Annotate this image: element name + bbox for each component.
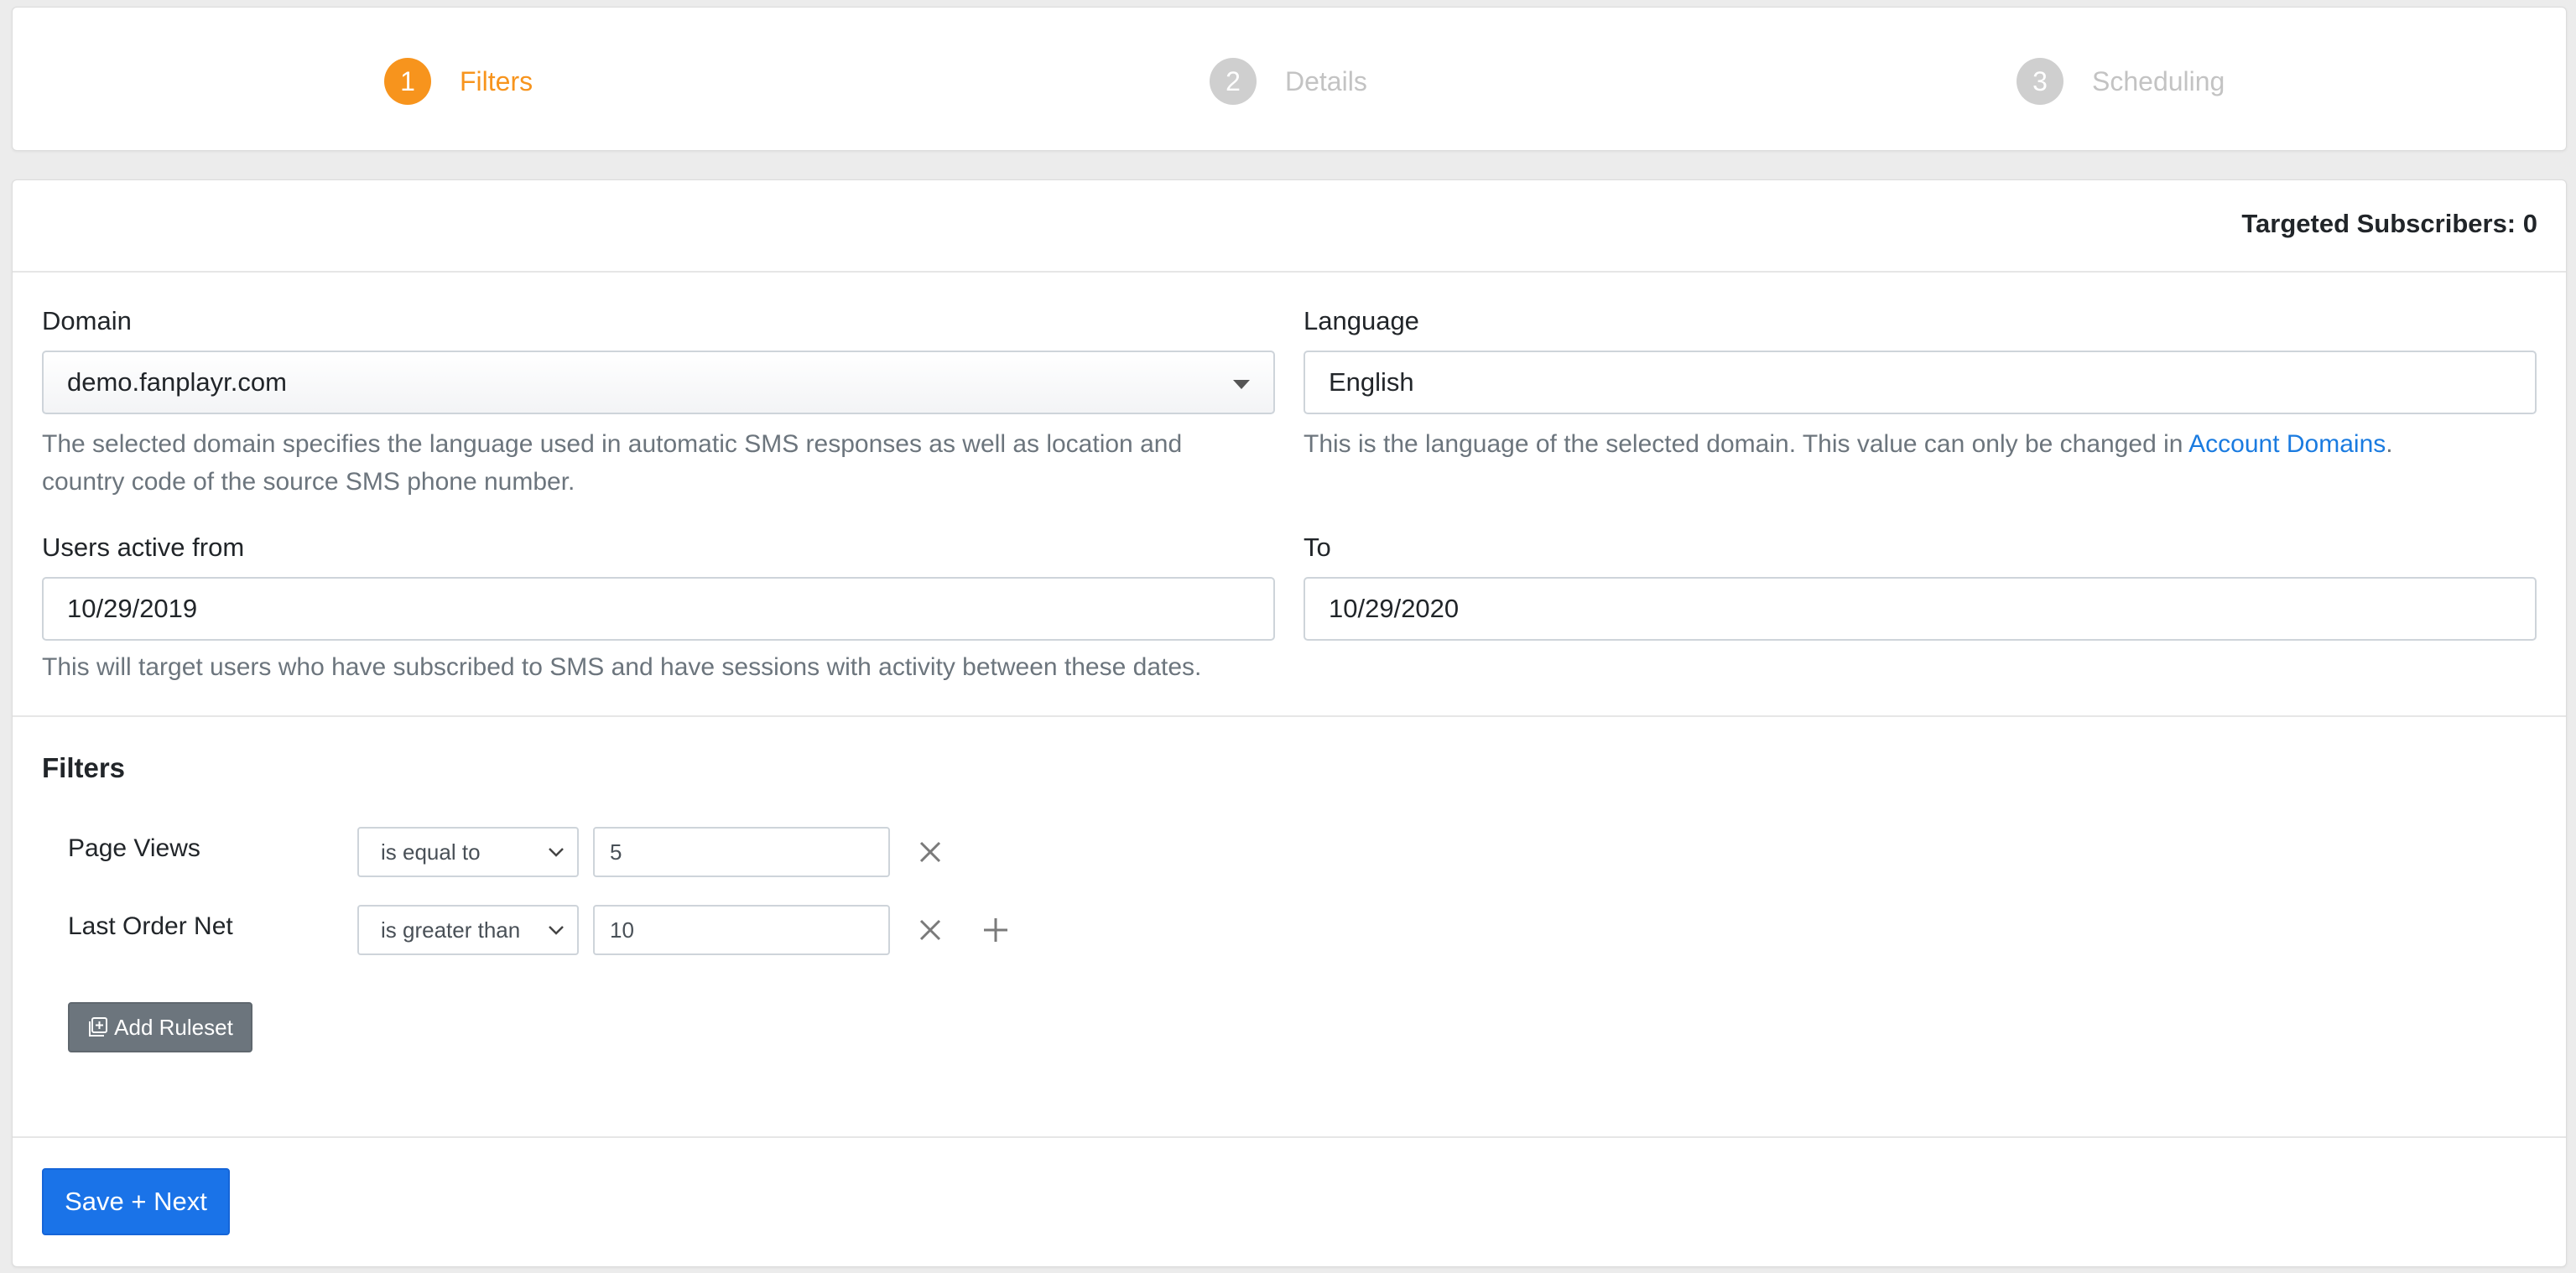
- step-filters[interactable]: 1 Filters: [384, 58, 533, 105]
- language-label: Language: [1304, 306, 1419, 335]
- caret-down-icon: [1233, 380, 1250, 389]
- domain-label: Domain: [42, 306, 132, 335]
- language-help-suffix: .: [2386, 430, 2393, 458]
- remove-rule-icon[interactable]: [916, 916, 945, 944]
- divider: [13, 271, 2566, 273]
- rule-operator-select[interactable]: is equal to: [357, 827, 579, 877]
- rule-operator-value: is equal to: [381, 839, 481, 865]
- add-rule-icon[interactable]: [981, 916, 1010, 944]
- filters-title: Filters: [42, 752, 126, 783]
- targeted-subscribers-count: Targeted Subscribers: 0: [2241, 209, 2537, 238]
- domain-select[interactable]: demo.fanplayr.com: [42, 351, 1275, 414]
- step-number: 2: [1210, 58, 1257, 105]
- rule-field-label: Last Order Net: [68, 912, 233, 940]
- language-field: English: [1304, 351, 2537, 414]
- chevron-down-icon: [549, 926, 564, 935]
- add-ruleset-button[interactable]: Add Ruleset: [68, 1002, 252, 1052]
- active-from-date-input[interactable]: 10/29/2019: [42, 577, 1275, 641]
- language-help: This is the language of the selected dom…: [1304, 425, 2545, 463]
- step-label: Details: [1285, 65, 1367, 96]
- domain-help: The selected domain specifies the langua…: [42, 425, 1283, 501]
- step-label: Filters: [460, 65, 533, 96]
- remove-rule-icon[interactable]: [916, 838, 945, 866]
- active-from-value: 10/29/2019: [67, 594, 198, 623]
- step-scheduling[interactable]: 3 Scheduling: [2017, 58, 2225, 105]
- rule-value: 10: [610, 917, 634, 943]
- rule-value: 5: [610, 839, 622, 865]
- rule-value-input[interactable]: 10: [593, 905, 890, 955]
- domain-help-line: The selected domain specifies the langua…: [42, 430, 1183, 458]
- rule-value-input[interactable]: 5: [593, 827, 890, 877]
- language-value: English: [1329, 367, 1414, 397]
- campaign-filters-form: Targeted Subscribers: 0 Domain demo.fanp…: [12, 179, 2567, 1267]
- chevron-down-icon: [549, 848, 564, 857]
- account-domains-link[interactable]: Account Domains: [2188, 430, 2386, 458]
- domain-select-value: demo.fanplayr.com: [67, 367, 287, 397]
- step-details[interactable]: 2 Details: [1210, 58, 1367, 105]
- add-ruleset-label: Add Ruleset: [114, 1014, 233, 1040]
- dates-help: This will target users who have subscrib…: [42, 653, 1202, 681]
- divider: [13, 715, 2566, 717]
- rule-field-label: Page Views: [68, 834, 200, 862]
- active-to-label: To: [1304, 533, 1331, 562]
- rule-operator-select[interactable]: is greater than: [357, 905, 579, 955]
- step-number: 1: [384, 58, 431, 105]
- save-next-button[interactable]: Save + Next: [42, 1168, 230, 1235]
- step-number: 3: [2017, 58, 2063, 105]
- divider: [13, 1136, 2566, 1138]
- wizard-stepper: 1 Filters 2 Details 3 Scheduling: [12, 7, 2567, 151]
- active-from-label: Users active from: [42, 533, 245, 562]
- active-to-value: 10/29/2020: [1329, 594, 1460, 623]
- add-ruleset-icon: [89, 1017, 108, 1037]
- step-label: Scheduling: [2092, 65, 2225, 96]
- active-to-date-input[interactable]: 10/29/2020: [1304, 577, 2537, 641]
- rule-operator-value: is greater than: [381, 917, 521, 943]
- language-help-text: This is the language of the selected dom…: [1304, 430, 2189, 458]
- domain-help-line: country code of the source SMS phone num…: [42, 468, 575, 496]
